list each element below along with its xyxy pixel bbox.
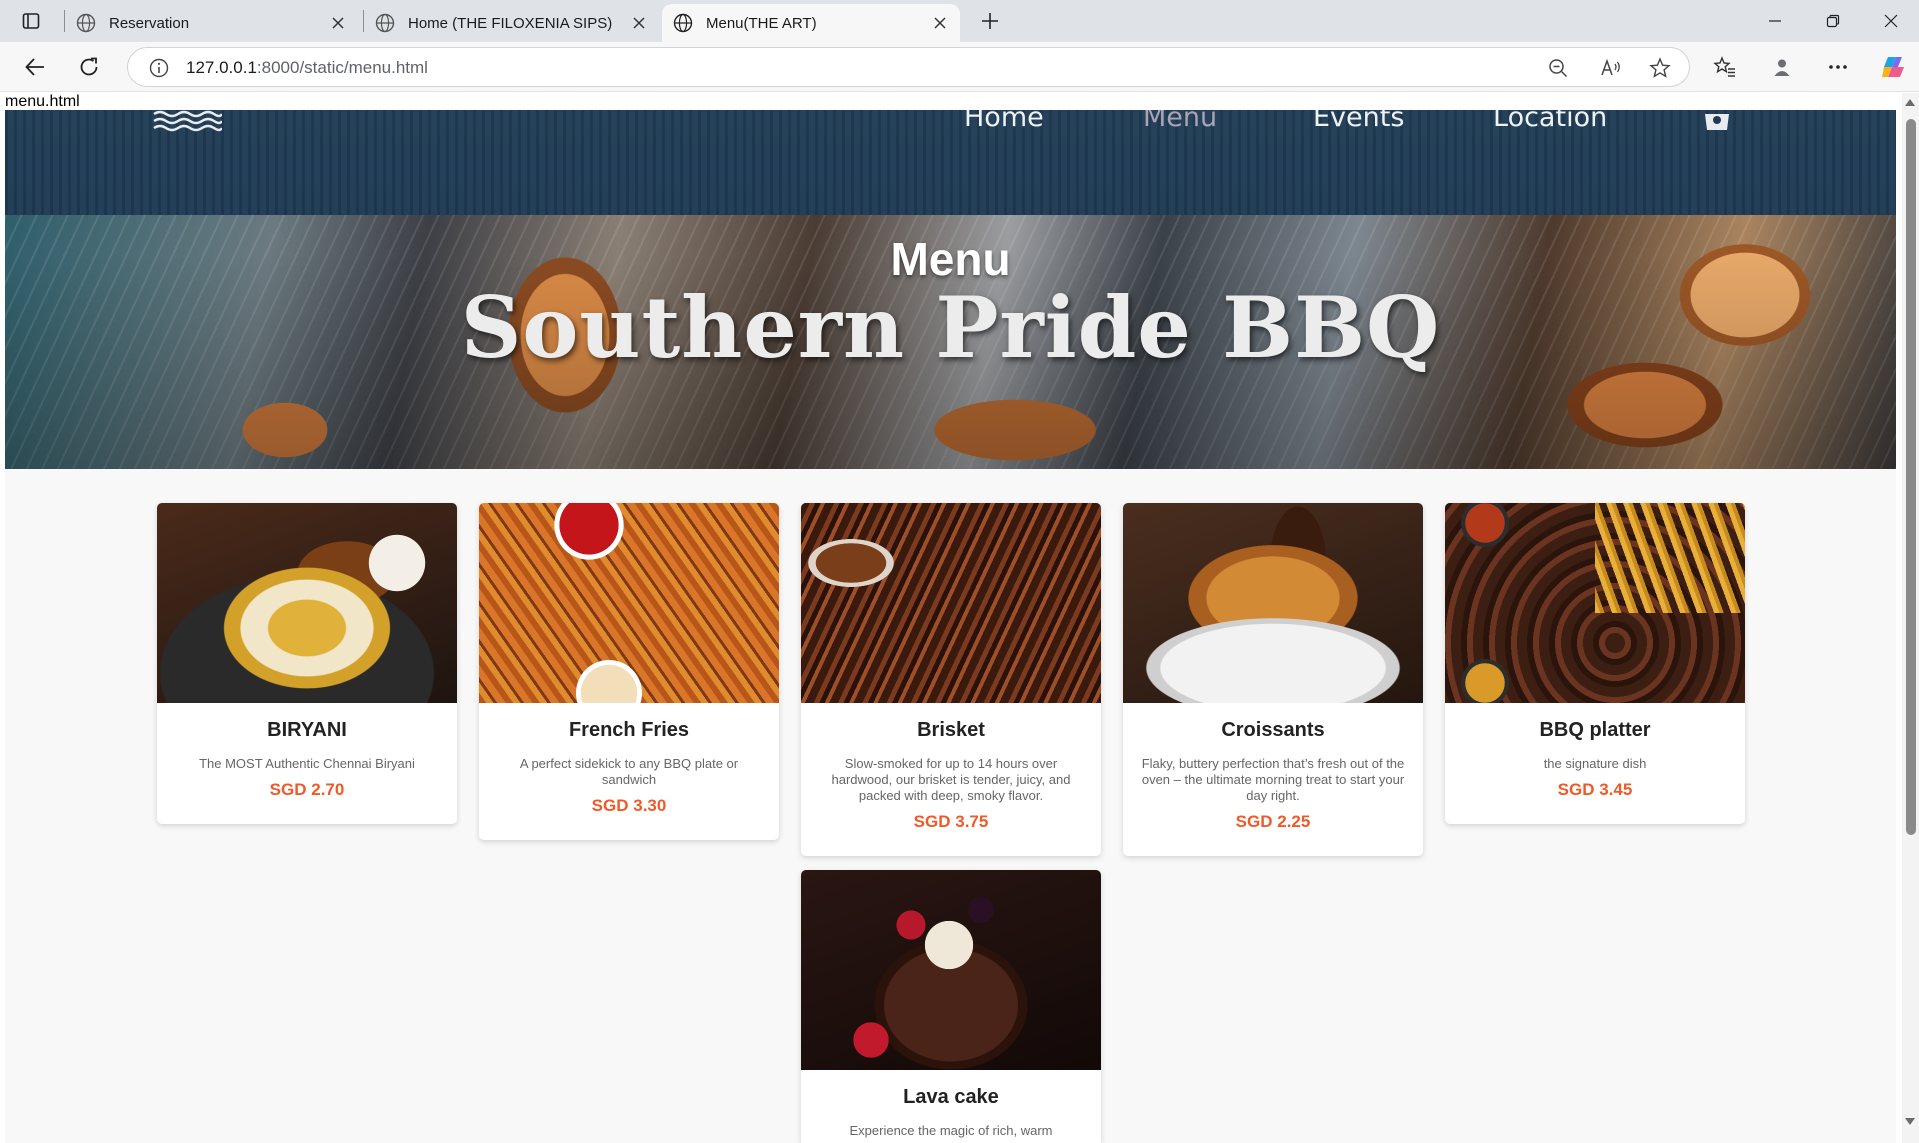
hero-banner: Home Menu Events Location Menu Southern …	[5, 110, 1896, 469]
close-tab-button[interactable]	[928, 11, 952, 35]
globe-icon	[375, 13, 395, 33]
close-icon	[1884, 14, 1898, 28]
globe-icon	[673, 13, 693, 33]
item-price: SGD 2.25	[1235, 812, 1311, 831]
close-tab-button[interactable]	[326, 11, 350, 35]
browser-toolbar: 127.0.0.1:8000/static/menu.html	[0, 42, 1919, 92]
url-path: :8000/static/menu.html	[256, 58, 428, 77]
item-name: French Fries	[568, 719, 690, 741]
tab-title: Menu(THE ART)	[706, 14, 817, 32]
close-icon	[633, 17, 645, 29]
close-tab-button[interactable]	[627, 11, 651, 35]
zoom-out-icon	[1549, 59, 1568, 78]
favorites-icon	[1713, 56, 1735, 77]
item-price: SGD 3.30	[591, 796, 667, 815]
more-icon	[1829, 65, 1847, 69]
item-description: The MOST Authentic Chennai Biryani	[199, 756, 415, 771]
plus-icon	[982, 13, 998, 29]
shopping-bag-icon[interactable]	[1699, 110, 1735, 130]
bbq-platter-image	[1445, 503, 1745, 703]
url-host: 127.0.0.1	[186, 58, 257, 77]
scrollbar-thumb[interactable]	[1906, 119, 1916, 835]
item-name: Brisket	[917, 719, 985, 741]
tab-title: Home (THE FILOXENIA SIPS)	[408, 14, 613, 32]
close-icon	[934, 17, 946, 29]
favorites-button[interactable]	[1708, 51, 1742, 83]
address-bar[interactable]: 127.0.0.1:8000/static/menu.html	[127, 47, 1690, 87]
item-description: Slow-smoked for up to 14 hours over hard…	[831, 756, 1071, 803]
zoom-button[interactable]	[1545, 55, 1571, 81]
nav-menu-link[interactable]: Menu	[1143, 110, 1217, 138]
tab-actions-button[interactable]	[16, 8, 46, 34]
item-price: SGD 3.75	[913, 812, 989, 831]
copilot-button[interactable]	[1877, 51, 1911, 83]
nav-home-link[interactable]: Home	[964, 110, 1044, 138]
close-window-button[interactable]	[1868, 6, 1914, 36]
minimize-button[interactable]	[1752, 6, 1798, 36]
item-name: Lava cake	[903, 1086, 999, 1108]
tab-home[interactable]: Home (THE FILOXENIA SIPS)	[364, 4, 659, 42]
reload-button[interactable]	[72, 51, 106, 83]
tab-reservation[interactable]: Reservation	[65, 4, 358, 42]
page-viewport: menu.html Home Menu Events Location Menu…	[0, 93, 1919, 1143]
croissants-image	[1123, 503, 1423, 703]
item-description: A perfect sidekick to any BBQ plate or s…	[519, 756, 739, 787]
menu-card[interactable]: Lava cake Experience the magic of rich, …	[801, 870, 1101, 1143]
lava-cake-image	[801, 870, 1101, 1070]
tab-bar: Reservation Home (THE FILOXENIA SIPS) Me…	[0, 0, 1919, 42]
french-fries-image	[479, 503, 779, 703]
globe-icon	[76, 13, 96, 33]
close-icon	[332, 17, 344, 29]
page-filename-label: menu.html	[5, 93, 80, 110]
menu-card[interactable]: Brisket Slow-smoked for up to 14 hours o…	[801, 503, 1101, 856]
tab-actions-icon	[22, 13, 40, 29]
tab-title: Reservation	[109, 14, 190, 32]
item-name: BBQ platter	[1539, 719, 1651, 741]
favorite-button[interactable]	[1647, 55, 1673, 81]
read-aloud-icon	[1601, 58, 1620, 76]
menu-card[interactable]: French Fries A perfect sidekick to any B…	[479, 503, 779, 840]
item-price: SGD 3.45	[1557, 780, 1633, 799]
brisket-image	[801, 503, 1101, 703]
item-name: BIRYANI	[267, 719, 347, 741]
scroll-up-arrow[interactable]	[1905, 99, 1915, 106]
menu-card[interactable]: BBQ platter the signature dish SGD 3.45	[1445, 503, 1745, 824]
item-description: Flaky, buttery perfection that’s fresh o…	[1141, 756, 1405, 803]
new-tab-button[interactable]	[976, 8, 1004, 34]
copilot-icon	[1882, 57, 1904, 77]
hero-subtitle: Southern Pride BBQ	[460, 278, 1441, 377]
page-scrollbar[interactable]	[1902, 93, 1919, 1143]
tab-menu[interactable]: Menu(THE ART)	[662, 4, 960, 42]
item-description: the signature dish	[1543, 756, 1647, 771]
nav-location-link[interactable]: Location	[1493, 110, 1607, 138]
nav-events-link[interactable]: Events	[1313, 110, 1404, 138]
star-icon	[1649, 57, 1671, 78]
restore-icon	[1826, 14, 1840, 28]
biryani-image	[157, 503, 457, 703]
restore-button[interactable]	[1810, 6, 1856, 36]
url-text[interactable]: 127.0.0.1:8000/static/menu.html	[186, 58, 428, 78]
menu-card[interactable]: BIRYANI The MOST Authentic Chennai Birya…	[157, 503, 457, 824]
profile-icon	[1774, 59, 1790, 76]
item-name: Croissants	[1221, 719, 1325, 741]
more-button[interactable]	[1821, 51, 1855, 83]
menu-card[interactable]: Croissants Flaky, buttery perfection tha…	[1123, 503, 1423, 856]
arrow-left-icon	[25, 58, 44, 76]
reload-icon	[80, 57, 98, 76]
read-aloud-button[interactable]	[1598, 55, 1624, 81]
info-icon[interactable]	[148, 57, 170, 79]
minimize-icon	[1769, 20, 1781, 22]
scroll-down-arrow[interactable]	[1905, 1118, 1915, 1125]
item-price: SGD 2.70	[269, 780, 345, 799]
back-button[interactable]	[18, 51, 52, 83]
logo-waves-icon[interactable]	[152, 110, 222, 132]
item-description: Experience the magic of rich, warm	[849, 1123, 1053, 1138]
profile-button[interactable]	[1765, 51, 1799, 83]
menu-grid: BIRYANI The MOST Authentic Chennai Birya…	[5, 469, 1896, 1143]
